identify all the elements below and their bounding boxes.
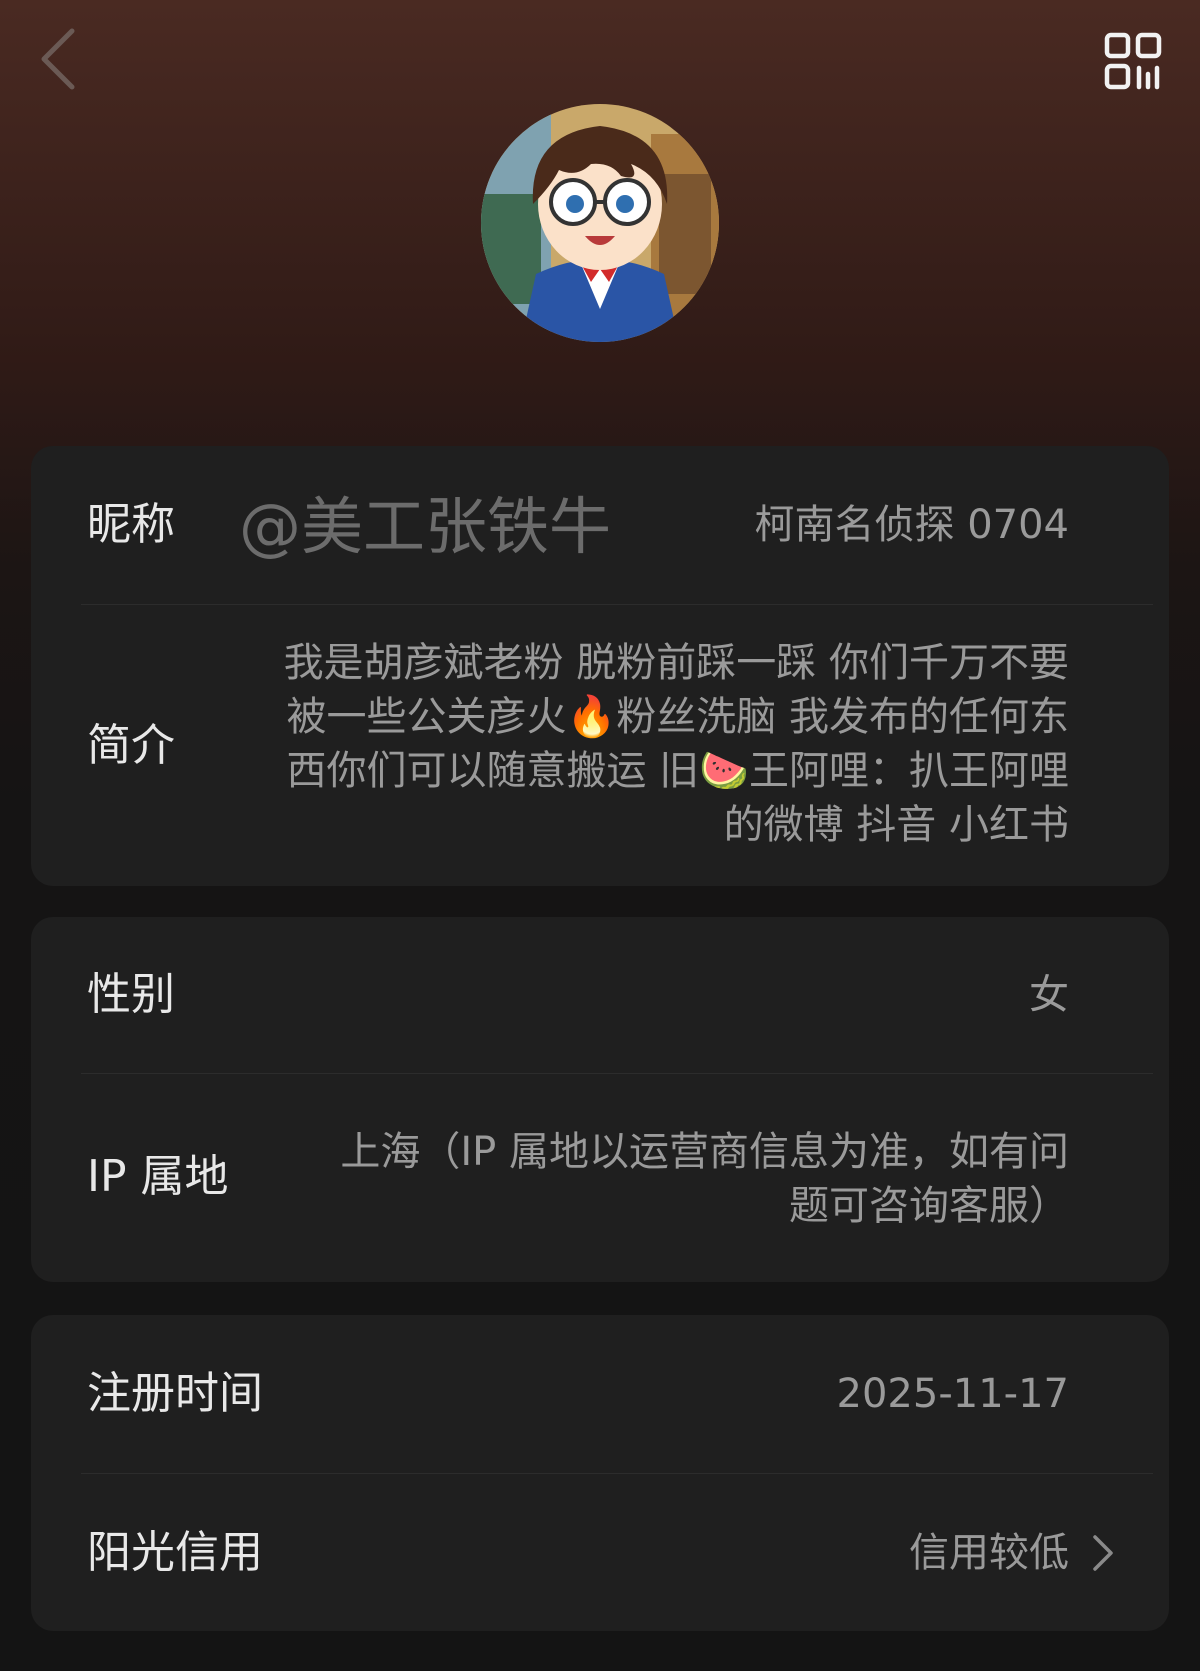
avatar[interactable] [481,104,719,342]
nickname-label: 昵称 [87,499,175,550]
ip-location-label: IP 属地 [87,1151,229,1202]
bio-row[interactable]: 简介 我是胡彦斌老粉 脱粉前踩一踩 你们千万不要被一些公关彦火🔥粉丝洗脑 我发布… [31,605,1169,886]
register-time-label: 注册时间 [87,1368,263,1419]
profile-card-info: 性别 女 IP 属地 上海（IP 属地以运营商信息为准，如有问题可咨询客服） [31,917,1169,1282]
bio-value: 我是胡彦斌老粉 脱粉前踩一踩 你们千万不要被一些公关彦火🔥粉丝洗脑 我发布的任何… [283,640,1069,848]
sunshine-credit-label: 阳光信用 [87,1527,263,1578]
bio-label: 简介 [87,720,175,771]
nickname-value: 柯南名侦探 0704 [754,502,1069,548]
back-button[interactable] [28,24,88,94]
profile-card-basic: 昵称 @美工张铁牛 柯南名侦探 0704 简介 我是胡彦斌老粉 脱粉前踩一踩 你… [31,446,1169,886]
sunshine-credit-value: 信用较低 [909,1530,1069,1576]
nickname-row[interactable]: 昵称 @美工张铁牛 柯南名侦探 0704 [31,446,1169,604]
sunshine-credit-row[interactable]: 阳光信用 信用较低 [31,1474,1169,1631]
chevron-right-icon [1093,1535,1113,1571]
anime-boy-avatar [481,104,719,342]
chevron-left-icon [41,28,75,90]
gender-value: 女 [1029,972,1069,1018]
ip-location-value: 上海（IP 属地以运营商信息为准，如有问题可咨询客服） [340,1129,1069,1229]
qr-code-icon [1104,32,1162,90]
profile-page: 昵称 @美工张铁牛 柯南名侦探 0704 简介 我是胡彦斌老粉 脱粉前踩一踩 你… [0,0,1200,1671]
register-time-value: 2025-11-17 [836,1371,1069,1417]
ip-location-row[interactable]: IP 属地 上海（IP 属地以运营商信息为准，如有问题可咨询客服） [31,1074,1169,1282]
qr-code-button[interactable] [1098,26,1168,96]
register-time-row[interactable]: 注册时间 2025-11-17 [31,1315,1169,1473]
gender-row[interactable]: 性别 女 [31,917,1169,1073]
watermark-text: @美工张铁牛 [239,490,612,563]
profile-card-account: 注册时间 2025-11-17 阳光信用 信用较低 [31,1315,1169,1631]
gender-label: 性别 [87,969,175,1020]
